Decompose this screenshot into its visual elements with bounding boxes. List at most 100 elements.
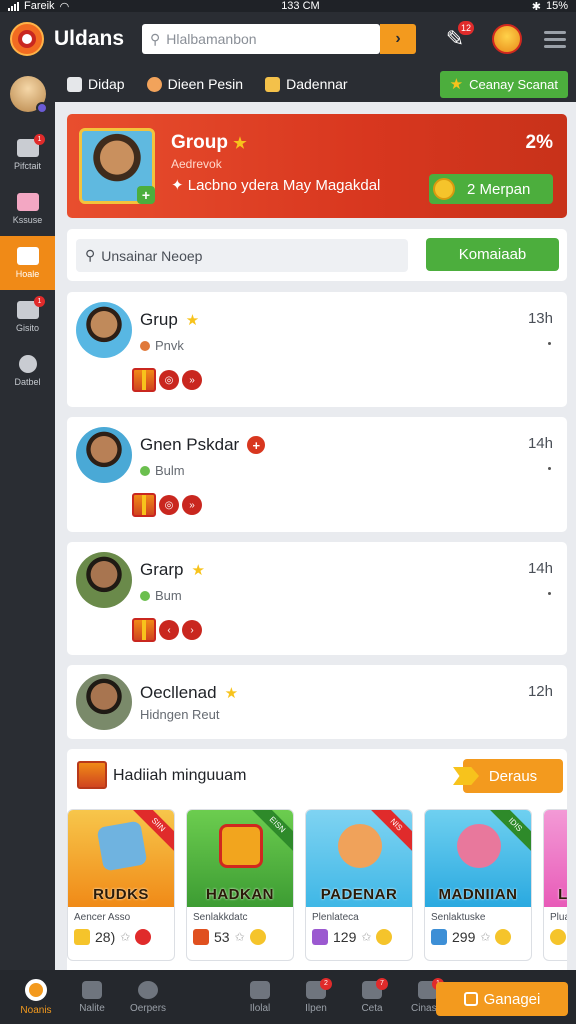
back-icon: ‹	[159, 620, 179, 640]
sidebar-badge: 1	[34, 134, 45, 145]
bag-icon	[16, 193, 39, 211]
status-dot-icon	[140, 590, 150, 601]
gift-card[interactable]: L Plua	[543, 809, 567, 961]
create-button-label: Ceanay Scanat	[469, 76, 558, 92]
gift-count: 53	[214, 929, 230, 945]
bottom-nav-ceta[interactable]: 7 Ceta	[344, 977, 400, 1014]
gift-art: L	[544, 810, 567, 907]
sidebar-item-pifctait[interactable]: 1 Pifctait	[0, 128, 55, 182]
star-icon: ✩	[361, 930, 372, 944]
banner-subtitle: Aedrevok	[171, 157, 222, 171]
forward-icon: »	[182, 370, 202, 390]
group-search-input[interactable]: ⚲ Unsainar Neoep	[76, 239, 408, 272]
chat-subtitle: Hidngen Reut	[140, 707, 220, 722]
gift-stats: 53 ✩	[187, 923, 293, 945]
tab-dieen-pesin[interactable]: Dieen Pesin	[146, 76, 243, 92]
star-icon: ★	[185, 312, 200, 329]
whistle-button[interactable]: ✎ 12	[440, 21, 474, 54]
avatar	[76, 674, 132, 730]
add-icon[interactable]: +	[137, 186, 155, 204]
bear-icon	[457, 824, 501, 868]
berry-icon	[135, 929, 152, 945]
clock: 133 CM	[281, 0, 320, 12]
sidebar-item-label: Kssuse	[12, 215, 43, 225]
user-avatar[interactable]	[9, 76, 48, 114]
chat-item[interactable]: Gnen Pskdar + Bulm 14h ◎ »	[67, 417, 567, 532]
gift-name: L	[558, 886, 567, 903]
search-placeholder: Hlalbamanbon	[166, 31, 257, 47]
search-bar[interactable]: ⚲ Hlalbamanbon	[142, 24, 381, 54]
sparkle-icon: ✦	[171, 177, 184, 194]
chat-item[interactable]: Grup ★ Pnvk 13h ◎ »	[67, 292, 567, 407]
merpan-button[interactable]: 2 Merpan	[429, 174, 553, 204]
gift-box-icon	[219, 824, 263, 868]
bottom-nav-nalite[interactable]: Nalite	[64, 980, 120, 1014]
tab-didap[interactable]: Didap	[67, 76, 125, 92]
gift-count: 28)	[95, 929, 116, 945]
tab-dadennar[interactable]: Dadennar	[265, 76, 348, 92]
bottom-nav-label: Noanis	[20, 1004, 52, 1016]
search-icon: ⚲	[150, 30, 161, 47]
mascot-avatar[interactable]	[492, 24, 522, 54]
signal-icon	[8, 1, 19, 11]
gift-stats: 129 ✩	[306, 923, 412, 945]
group-search-button[interactable]: Komaiaab	[426, 238, 559, 271]
sidebar-item-hoale[interactable]: Hoale	[0, 236, 55, 290]
chat-item[interactable]: Oecllenad ★ Hidngen Reut 12h	[67, 665, 567, 739]
gear-icon	[18, 355, 37, 373]
bottom-nav-label: Ilolal	[249, 1002, 271, 1014]
bottom-nav-label: Nalite	[79, 1002, 105, 1014]
chat-badges: ◎ »	[132, 493, 202, 517]
home-icon	[25, 978, 47, 1001]
gift-name: RUDKS	[93, 886, 149, 903]
chat-badges: ◎ »	[132, 368, 202, 392]
app-title: Uldans	[54, 27, 125, 50]
gift-subtitle: Aencer Asso	[74, 912, 131, 923]
app-logo[interactable]	[10, 22, 44, 56]
gift-card[interactable]: IDIS MADNIIAN Senlaktuske 299 ✩	[424, 809, 532, 961]
gift-stats: 299 ✩	[425, 923, 531, 945]
arrow-icon	[453, 767, 479, 785]
star-icon: ★	[224, 685, 239, 702]
star-icon: ✩	[480, 930, 491, 944]
bottom-nav-ilpen[interactable]: 2 Ilpen	[288, 977, 344, 1014]
group-banner[interactable]: + Group ★ Aedrevok ✦ Lacbno ydera May Ma…	[67, 114, 567, 218]
status-dot-icon	[140, 340, 150, 351]
create-button[interactable]: ★ Ceanay Scanat	[439, 70, 568, 98]
bottom-nav-oerpers[interactable]: Oerpers	[120, 980, 176, 1014]
gift-subtitle: Plenlateca	[312, 912, 359, 923]
gift-section-button[interactable]: Deraus	[453, 759, 563, 793]
add-icon: +	[247, 436, 266, 454]
more-icon[interactable]	[548, 467, 551, 470]
gift-icon	[132, 618, 156, 642]
sidebar-item-kssuse[interactable]: Kssuse	[0, 182, 55, 236]
gallery-icon	[67, 76, 82, 92]
gift-card[interactable]: EISN HADKAN Senlakkdatc 53 ✩	[186, 809, 294, 961]
gift-card[interactable]: SIIN RUDKS Aencer Asso 28) ✩	[67, 809, 175, 961]
gift-icon	[132, 493, 156, 517]
app-bar: Uldans ⚲ Hlalbamanbon › ✎ 12	[0, 12, 576, 66]
star-icon: ★	[449, 76, 464, 93]
gift-stats	[544, 923, 567, 945]
more-icon[interactable]	[548, 592, 551, 595]
chat-title: Grup ★	[140, 310, 200, 329]
gift-name: HADKAN	[206, 886, 274, 903]
menu-button[interactable]	[544, 30, 566, 48]
bottom-nav-noanis[interactable]: Noanis	[8, 978, 64, 1016]
search-go-button[interactable]: ›	[380, 24, 417, 54]
battery-label: 15%	[545, 0, 568, 12]
chat-time: 13h	[527, 310, 553, 327]
sidebar-item-gisito[interactable]: 1 Gisito	[0, 290, 55, 344]
gift-card[interactable]: NIS PADENAR Plenlateca 129 ✩	[305, 809, 413, 961]
bottom-nav-ilolal[interactable]: Ilolal	[232, 980, 288, 1014]
gift-stats: 28) ✩	[68, 923, 174, 945]
chat-title: Grarp ★	[140, 560, 205, 579]
more-icon[interactable]	[548, 342, 551, 345]
chat-item[interactable]: Grarp ★ Bum 14h ‹ ›	[67, 542, 567, 655]
ganagei-button[interactable]: Ganagei	[436, 982, 568, 1016]
top-nav: Didap Dieen Pesin Dadennar ★ Ceanay Scan…	[55, 66, 576, 102]
gift-count: 299	[452, 929, 476, 945]
gift-subtitle: Senlaktuske	[431, 912, 486, 923]
sidebar-item-datbel[interactable]: Datbel	[0, 344, 55, 398]
candy-icon	[431, 929, 447, 945]
